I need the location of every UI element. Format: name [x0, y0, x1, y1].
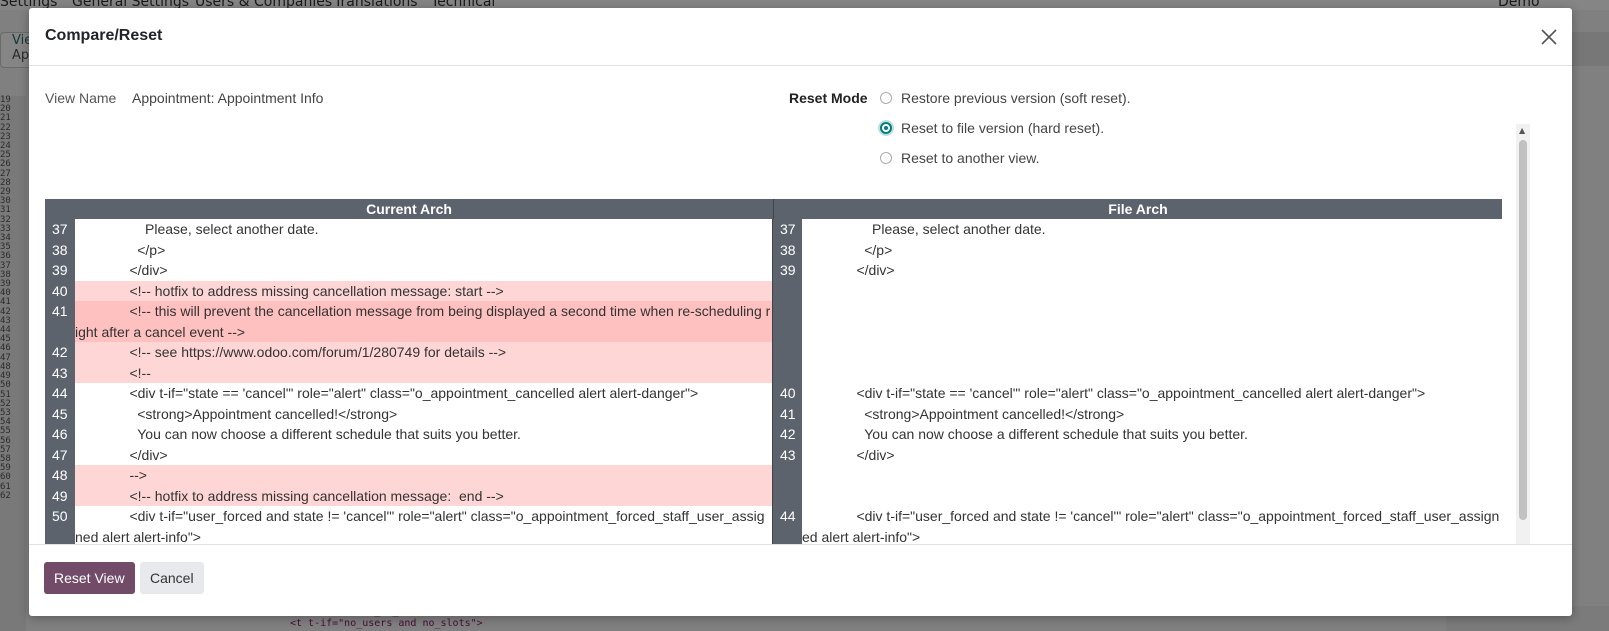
dialog-body: View Name Appointment: Appointment Info … [29, 66, 1572, 544]
left-line-number: 39 [45, 260, 75, 281]
diff-header: Current Arch File Arch [45, 199, 1502, 219]
left-line-number: 37 [45, 219, 75, 240]
right-code-line: </p> [802, 241, 893, 258]
diff-row: 48 --> [45, 465, 1502, 486]
reset-mode-label: Reset Mode [789, 90, 868, 106]
right-line-number: 37 [772, 219, 802, 240]
file-arch-header: File Arch [1108, 201, 1168, 217]
right-code-line: <div t-if="user_forced and state != 'can… [802, 508, 1500, 544]
scrollbar-thumb[interactable] [1519, 140, 1527, 520]
right-code-line [802, 362, 1502, 383]
radio-label[interactable]: Restore previous version (soft reset). [901, 90, 1131, 106]
diff-row: 38 </p> 38 </p> [45, 239, 1502, 260]
right-code-line [802, 485, 1502, 506]
left-code-line: <!-- hotfix to address missing cancellat… [75, 485, 772, 506]
scroll-up-icon[interactable]: ▲ [1519, 126, 1525, 135]
left-code-line: Please, select another date. [75, 221, 319, 237]
dialog-title: Compare/Reset [45, 27, 163, 44]
left-code-line: <!-- hotfix to address missing cancellat… [75, 280, 772, 301]
left-line-number: 40 [45, 280, 75, 301]
left-code-line: --> [75, 465, 772, 486]
radio-soft-reset[interactable]: Restore previous version (soft reset). [880, 88, 1131, 108]
left-code-line: </div> [75, 262, 168, 278]
cancel-button[interactable]: Cancel [140, 562, 204, 594]
diff-row: 42 <!-- see https://www.odoo.com/forum/1… [45, 342, 1502, 363]
diff-row: 44 <div t-if="state == 'cancel'" role="a… [45, 383, 1502, 404]
radio-another-view[interactable]: Reset to another view. [880, 148, 1040, 168]
right-line-number [772, 465, 802, 486]
left-code-line: <!-- this will prevent the cancellation … [75, 301, 772, 342]
right-line-number: 38 [772, 239, 802, 260]
left-line-number: 44 [45, 383, 75, 404]
radio-button-checked[interactable] [880, 122, 892, 134]
left-line-number: 38 [45, 239, 75, 260]
view-name-label: View Name [45, 90, 117, 106]
diff-row: 43 <!-- [45, 362, 1502, 383]
diff-rows: 37 Please, select another date. 37 Please… [45, 219, 1502, 544]
view-name-value: Appointment: Appointment Info [132, 90, 324, 106]
right-line-number [772, 301, 802, 342]
compare-reset-dialog: Compare/Reset View Name Appointment: App… [29, 8, 1572, 616]
dialog-footer: Reset View Cancel [29, 544, 1572, 616]
right-code-line [802, 465, 1502, 486]
right-line-number [772, 342, 802, 363]
right-line-number: 43 [772, 444, 802, 465]
left-code-line: </p> [75, 241, 166, 258]
reset-view-button[interactable]: Reset View [44, 562, 135, 594]
right-code-line: <div t-if="state == 'cancel'" role="aler… [802, 385, 1426, 401]
radio-button[interactable] [880, 92, 892, 104]
diff-row: 47 </div> 43 </div> [45, 444, 1502, 465]
left-code-line: <div t-if="user_forced and state != 'can… [75, 508, 765, 544]
right-line-number [772, 280, 802, 301]
left-line-number: 41 [45, 301, 75, 342]
right-line-number: 40 [772, 383, 802, 404]
left-line-number: 48 [45, 465, 75, 486]
left-code-line: </div> [75, 446, 168, 463]
left-line-number: 47 [45, 444, 75, 465]
left-line-number: 49 [45, 485, 75, 506]
radio-hard-reset[interactable]: Reset to file version (hard reset). [880, 118, 1104, 138]
left-line-number: 50 [45, 506, 75, 544]
diff-table: Current Arch File Arch 37 Please, select… [45, 199, 1502, 544]
right-line-number: 44 [772, 506, 802, 544]
right-code-line: </div> [802, 262, 895, 278]
right-code-line [802, 280, 1502, 301]
diff-row: 45 <strong>Appointment cancelled!</stron… [45, 403, 1502, 424]
radio-button[interactable] [880, 152, 892, 164]
right-line-number: 39 [772, 260, 802, 281]
right-line-number: 42 [772, 424, 802, 445]
right-line-number [772, 485, 802, 506]
left-code-line: <strong>Appointment cancelled!</strong> [75, 405, 398, 422]
right-code-line: </div> [802, 446, 895, 463]
diff-row: 40 <!-- hotfix to address missing cancel… [45, 280, 1502, 301]
diff-row: 46 You can now choose a different schedu… [45, 424, 1502, 445]
radio-label[interactable]: Reset to file version (hard reset). [901, 120, 1104, 136]
left-line-number: 46 [45, 424, 75, 445]
close-icon[interactable] [1538, 26, 1560, 48]
right-line-number: 41 [772, 403, 802, 424]
diff-row: 41 <!-- this will prevent the cancellati… [45, 301, 1502, 342]
left-code-line: <div t-if="state == 'cancel'" role="aler… [75, 385, 699, 401]
diff-row: 37 Please, select another date. 37 Please… [45, 219, 1502, 240]
diff-row: 39 </div> 39 </div> [45, 260, 1502, 281]
right-code-line: You can now choose a different schedule … [802, 426, 1248, 442]
diff-row: 49 <!-- hotfix to address missing cancel… [45, 485, 1502, 506]
radio-label[interactable]: Reset to another view. [901, 150, 1040, 166]
left-line-number: 43 [45, 362, 75, 383]
right-line-number [772, 362, 802, 383]
right-code-line [802, 342, 1502, 363]
right-code-line [802, 301, 1502, 342]
right-code-line: Please, select another date. [802, 221, 1046, 237]
left-line-number: 45 [45, 403, 75, 424]
left-code-line: <!-- see https://www.odoo.com/forum/1/28… [75, 342, 772, 363]
diff-row: 50 <div t-if="user_forced and state != '… [45, 506, 1502, 544]
right-code-line: <strong>Appointment cancelled!</strong> [802, 405, 1125, 422]
left-code-line: You can now choose a different schedule … [75, 426, 521, 442]
left-code-line: <!-- [75, 362, 772, 383]
dialog-header: Compare/Reset [29, 8, 1572, 66]
current-arch-header: Current Arch [45, 199, 774, 219]
left-line-number: 42 [45, 342, 75, 363]
